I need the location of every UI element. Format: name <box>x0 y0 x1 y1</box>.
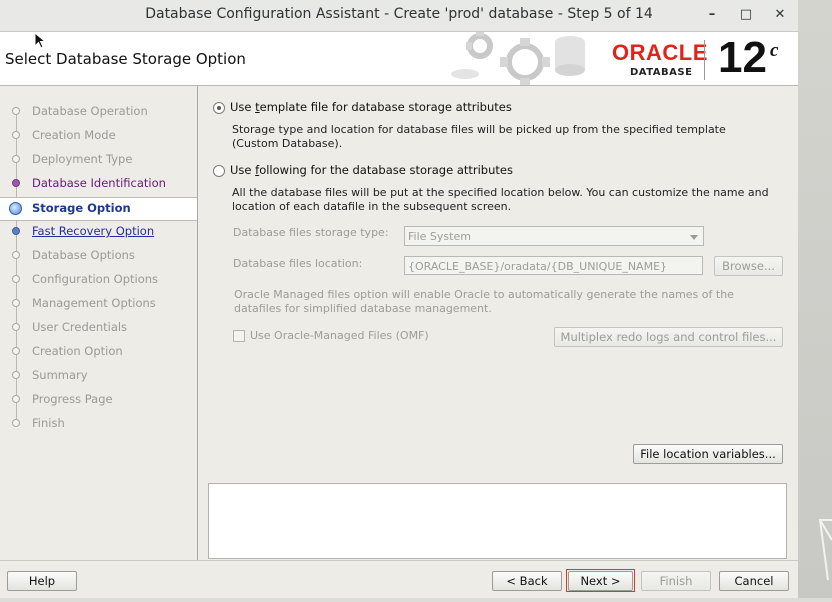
nav-step-label: Database Identification <box>32 176 166 190</box>
step-navigation: Database Operation Creation Mode Deploymen… <box>0 86 198 560</box>
database-logo-text: DATABASE <box>630 67 693 78</box>
next-button[interactable]: Next > <box>568 571 633 591</box>
page-title: Select Database Storage Option <box>5 50 246 68</box>
help-button[interactable]: Help <box>7 571 77 591</box>
storage-options-panel: Use template file for database storage a… <box>198 86 798 560</box>
nav-step-finish: Finish <box>0 413 197 435</box>
nav-step-deployment-type: Deployment Type <box>0 149 197 171</box>
close-button[interactable]: ✕ <box>770 6 790 24</box>
nav-step-progress-page: Progress Page <box>0 389 197 411</box>
step-dot-icon <box>12 275 20 283</box>
step-dot-icon <box>12 179 20 187</box>
following-storage-description: All the database files will be put at th… <box>232 186 769 213</box>
step-dot-icon <box>12 131 20 139</box>
storage-type-value: File System <box>408 230 471 243</box>
nav-step-label: Finish <box>32 416 65 430</box>
desktop-decoration <box>818 519 832 581</box>
header-banner: Select Database Storage Option ORACLE DA… <box>0 32 798 86</box>
nav-step-label: Database Options <box>32 248 135 262</box>
version-number: 12 <box>718 33 767 82</box>
nav-step-label: Fast Recovery Option <box>32 224 155 238</box>
storage-type-dropdown[interactable]: File System <box>404 226 704 246</box>
nav-step-database-options: Database Options <box>0 245 197 267</box>
nav-step-database-identification[interactable]: Database Identification <box>0 173 197 195</box>
files-location-label: Database files location: <box>233 257 363 270</box>
following-storage-label[interactable]: Use following for the database storage a… <box>230 163 513 177</box>
omf-checkbox[interactable] <box>233 330 245 342</box>
nav-step-summary: Summary <box>0 365 197 387</box>
omf-checkbox-label[interactable]: Use Oracle-Managed Files (OMF) <box>250 329 429 342</box>
nav-step-label: Summary <box>32 368 88 382</box>
step-dot-icon <box>12 107 20 115</box>
dbca-window: Database Configuration Assistant - Creat… <box>0 0 798 598</box>
gears-decoration-icon <box>451 32 585 85</box>
cancel-button[interactable]: Cancel <box>719 571 789 591</box>
nav-step-label: Management Options <box>32 296 156 310</box>
nav-step-fast-recovery-option[interactable]: Fast Recovery Option <box>0 221 197 243</box>
step-dot-icon <box>12 227 20 235</box>
label-part: emplate file for database storage attrib… <box>259 100 512 114</box>
nav-step-label: Database Operation <box>32 104 148 118</box>
omf-note: Oracle Managed files option will enable … <box>234 288 734 315</box>
nav-step-database-operation: Database Operation <box>0 101 197 123</box>
nav-step-label: Deployment Type <box>32 152 133 166</box>
step-dot-icon <box>12 155 20 163</box>
nav-step-label: Progress Page <box>32 392 113 406</box>
oracle-logo-text: ORACLE <box>612 40 708 65</box>
nav-step-label: Creation Mode <box>32 128 116 142</box>
step-dot-icon <box>12 395 20 403</box>
label-part: ollowing for the database storage attrib… <box>259 163 513 177</box>
label-part: Use <box>230 163 256 177</box>
minimize-button[interactable]: – <box>702 6 722 24</box>
chevron-down-icon <box>690 235 698 240</box>
template-storage-radio[interactable] <box>213 102 225 114</box>
browse-button[interactable]: Browse... <box>714 256 783 276</box>
window-title: Database Configuration Assistant - Creat… <box>145 6 653 22</box>
following-storage-radio[interactable] <box>213 165 225 177</box>
footer-separator <box>0 560 798 561</box>
step-dot-icon <box>12 251 20 259</box>
nav-step-user-credentials: User Credentials <box>0 317 197 339</box>
title-bar[interactable]: Database Configuration Assistant - Creat… <box>0 0 798 32</box>
template-storage-description: Storage type and location for database f… <box>232 123 726 150</box>
nav-step-creation-mode: Creation Mode <box>0 125 197 147</box>
file-location-variables-button[interactable]: File location variables... <box>633 444 783 464</box>
current-step-icon <box>9 202 22 215</box>
nav-step-label: Storage Option <box>32 201 131 215</box>
files-location-input[interactable]: {ORACLE_BASE}/oradata/{DB_UNIQUE_NAME} <box>404 256 703 275</box>
nav-step-creation-option: Creation Option <box>0 341 197 363</box>
nav-step-label: Configuration Options <box>32 272 159 286</box>
maximize-button[interactable]: □ <box>736 6 756 24</box>
back-button[interactable]: < Back <box>492 571 562 591</box>
step-dot-icon <box>12 371 20 379</box>
step-dot-icon <box>12 299 20 307</box>
template-storage-label[interactable]: Use template file for database storage a… <box>230 100 512 114</box>
step-dot-icon <box>12 347 20 355</box>
step-dot-icon <box>12 323 20 331</box>
finish-button[interactable]: Finish <box>641 571 711 591</box>
logo-divider <box>704 40 705 80</box>
storage-type-label: Database files storage type: <box>233 226 389 239</box>
mouse-pointer-icon <box>34 32 47 49</box>
nav-step-label: User Credentials <box>32 320 128 334</box>
nav-step-storage-option[interactable]: Storage Option <box>0 197 197 221</box>
version-suffix: c <box>770 40 779 61</box>
label-part: Use <box>230 100 256 114</box>
messages-pane <box>208 483 787 559</box>
nav-step-configuration-options: Configuration Options <box>0 269 197 291</box>
multiplex-redo-logs-button[interactable]: Multiplex redo logs and control files... <box>554 327 783 347</box>
desktop-background <box>798 0 832 598</box>
nav-step-label: Creation Option <box>32 344 123 358</box>
step-dot-icon <box>12 419 20 427</box>
nav-step-management-options: Management Options <box>0 293 197 315</box>
